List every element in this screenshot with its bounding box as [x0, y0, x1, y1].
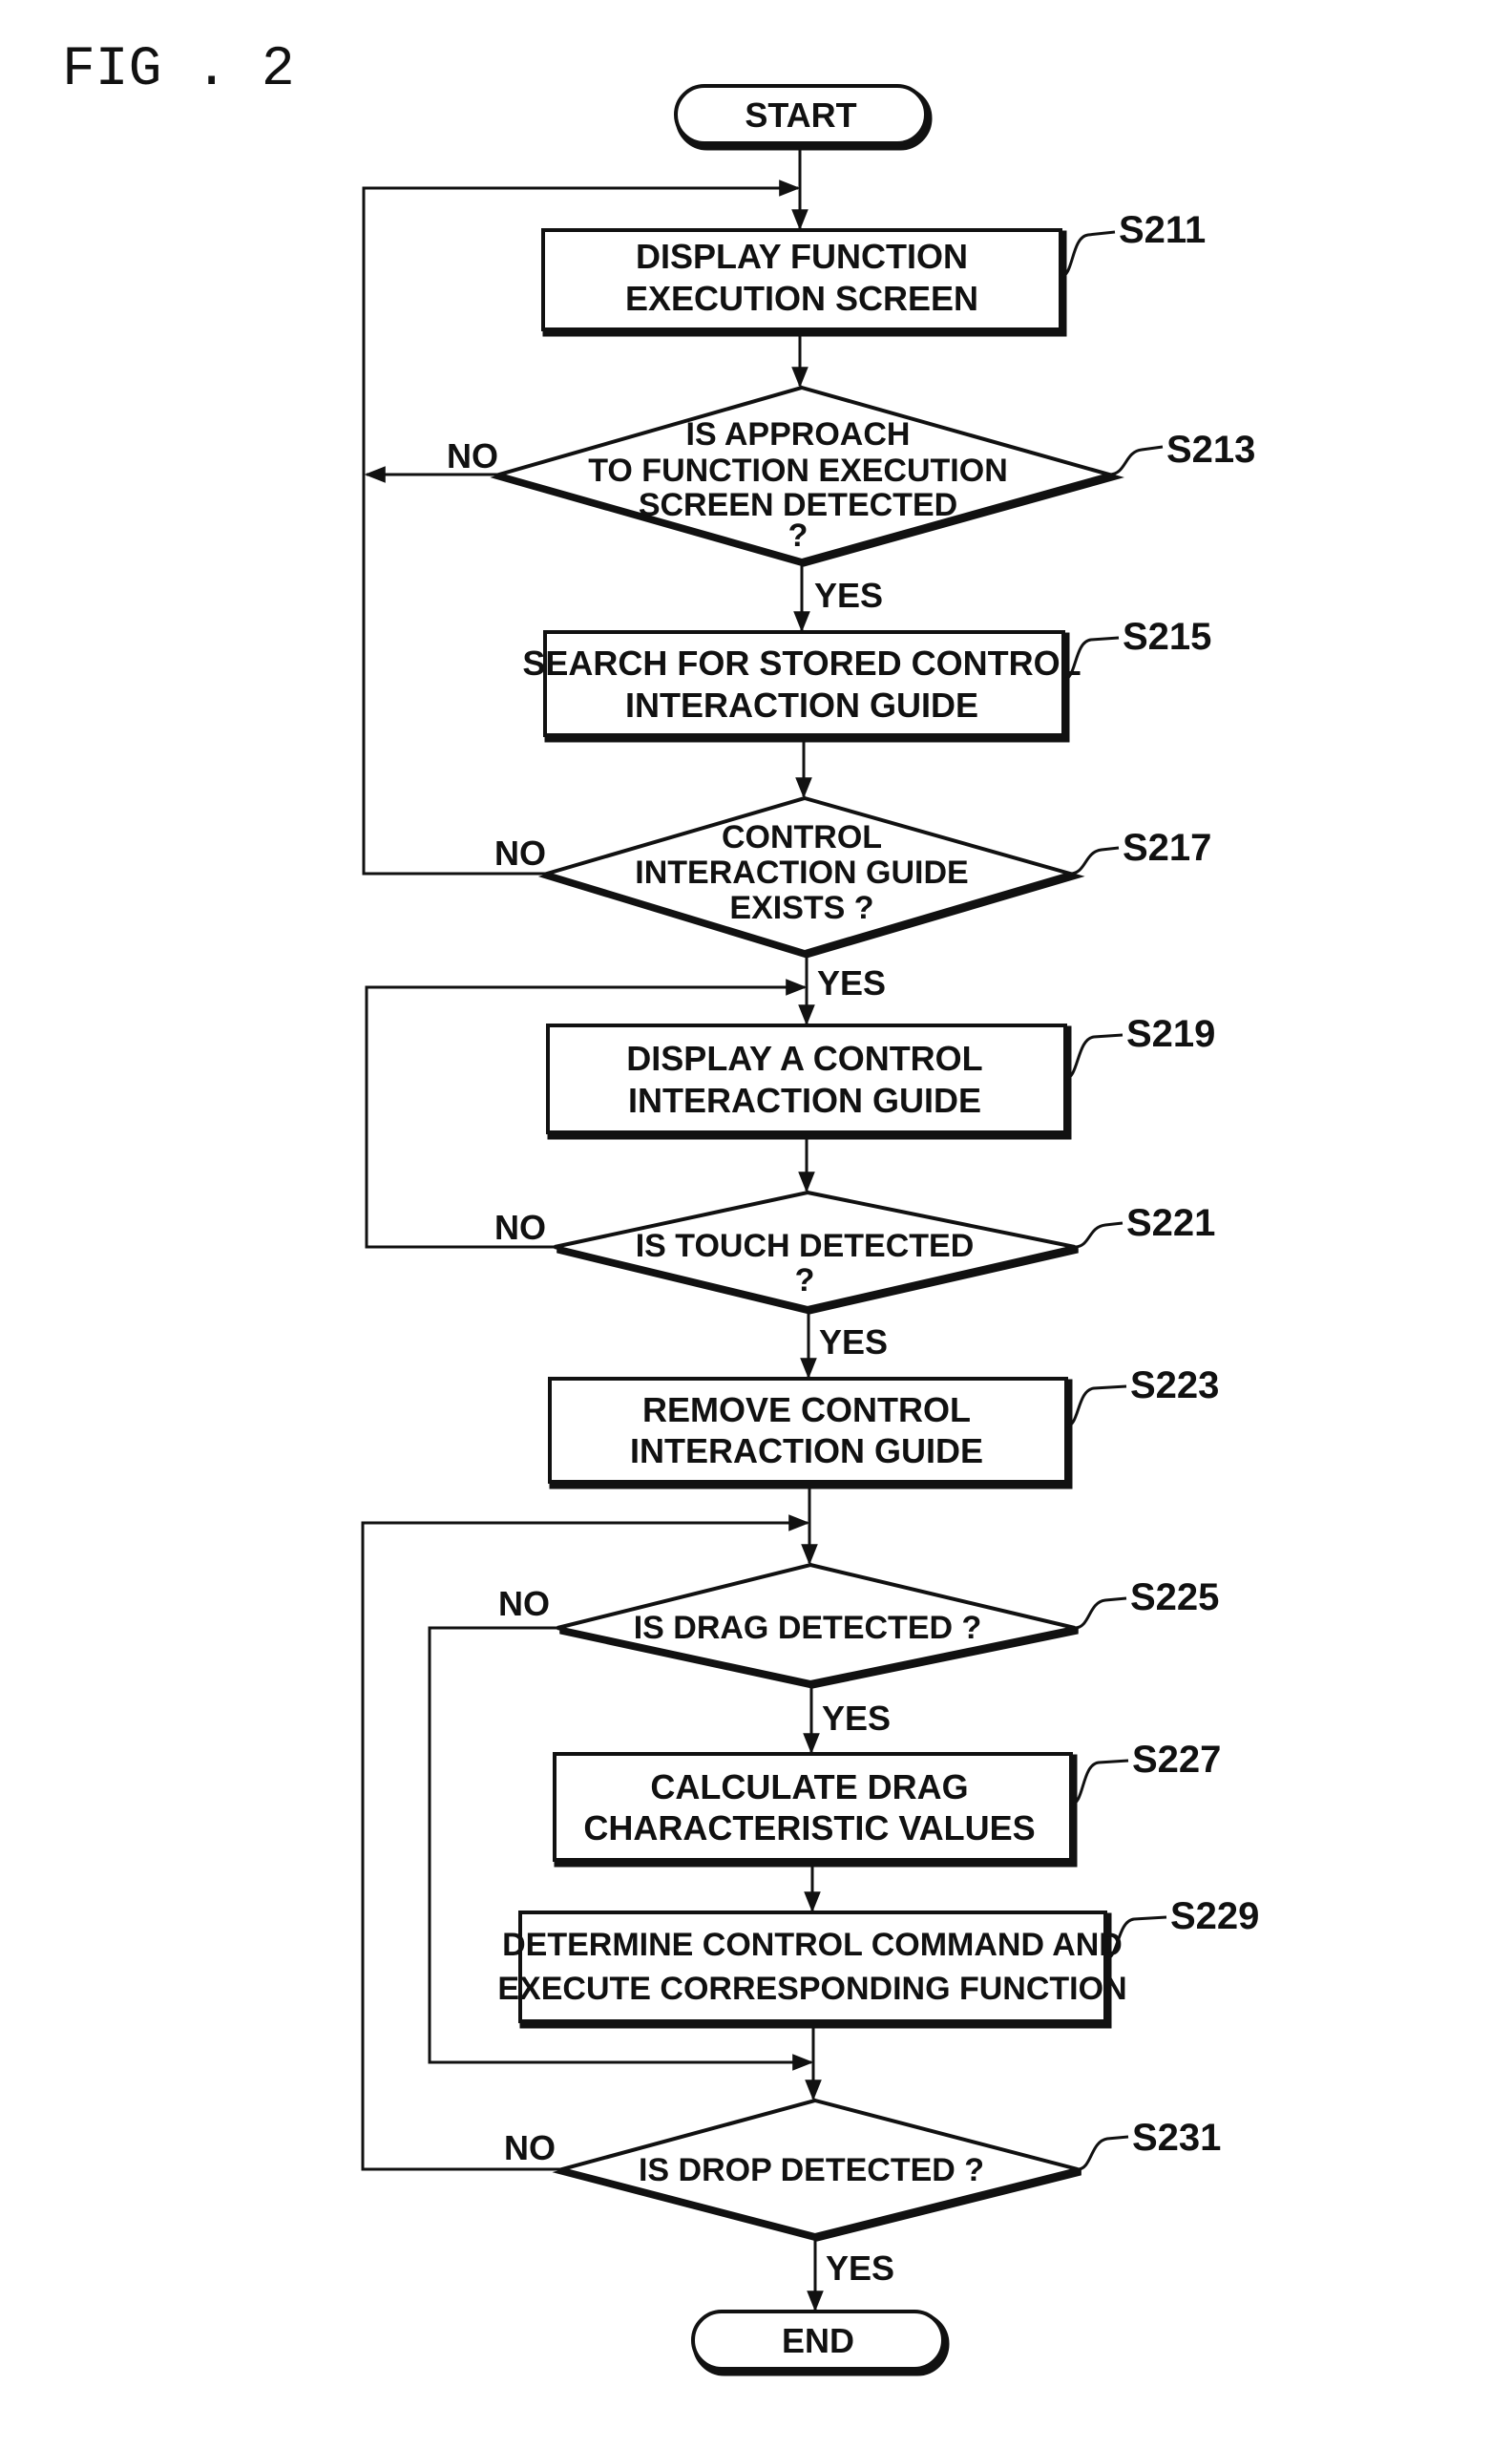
s221-line-1: IS TOUCH DETECTED — [636, 1228, 975, 1264]
s227-line-1: CALCULATE DRAG — [650, 1767, 968, 1806]
s213-no-label: NO — [447, 436, 498, 475]
s217-line-1: CONTROL — [722, 819, 882, 855]
s217-no-label: NO — [494, 834, 546, 873]
step-s227-process: CALCULATE DRAG CHARACTERISTIC VALUES S22… — [553, 1739, 1221, 1868]
step-s225-decision: IS DRAG DETECTED ? S225 NO YES — [498, 1562, 1219, 1738]
s231-line-1: IS DROP DETECTED ? — [639, 2152, 984, 2188]
s221-line-2: ? — [795, 1262, 815, 1298]
s217-yes-label: YES — [817, 963, 886, 1003]
s213-step-id: S213 — [1166, 429, 1255, 471]
end-label: END — [782, 2321, 854, 2360]
s223-step-id: S223 — [1130, 1364, 1219, 1406]
s213-line-1: IS APPROACH — [686, 416, 911, 453]
s215-step-id: S215 — [1123, 616, 1211, 658]
s211-line-1: DISPLAY FUNCTION — [636, 237, 968, 276]
step-s221-decision: IS TOUCH DETECTED ? S221 NO YES — [494, 1190, 1215, 1362]
s215-line-1: SEARCH FOR STORED CONTROL — [522, 644, 1081, 683]
step-s211-process: DISPLAY FUNCTION EXECUTION SCREEN S211 — [541, 209, 1206, 337]
s231-yes-label: YES — [826, 2248, 894, 2288]
s219-step-id: S219 — [1126, 1013, 1215, 1055]
s221-step-id: S221 — [1126, 1202, 1215, 1244]
s217-step-id: S217 — [1123, 827, 1211, 869]
s231-step-id: S231 — [1132, 2117, 1221, 2159]
start-terminal: START — [674, 84, 933, 151]
s223-line-1: REMOVE CONTROL — [642, 1390, 971, 1429]
s221-no-label: NO — [494, 1208, 546, 1247]
s225-no-label: NO — [498, 1584, 550, 1623]
s227-step-id: S227 — [1132, 1739, 1221, 1781]
s223-line-2: INTERACTION GUIDE — [630, 1431, 983, 1470]
s225-yes-label: YES — [822, 1699, 891, 1738]
step-s219-process: DISPLAY A CONTROL INTERACTION GUIDE S219 — [546, 1013, 1215, 1140]
s211-step-id: S211 — [1119, 209, 1206, 251]
s229-step-id: S229 — [1170, 1895, 1259, 1937]
s231-no-label: NO — [504, 2128, 556, 2167]
s219-line-1: DISPLAY A CONTROL — [626, 1039, 982, 1078]
step-s229-process: DETERMINE CONTROL COMMAND AND EXECUTE CO… — [497, 1895, 1259, 2029]
step-s223-process: REMOVE CONTROL INTERACTION GUIDE S223 — [548, 1364, 1219, 1489]
step-s213-decision: IS APPROACH TO FUNCTION EXECUTION SCREEN… — [447, 385, 1255, 615]
s213-yes-label: YES — [814, 576, 883, 615]
s215-line-2: INTERACTION GUIDE — [625, 686, 978, 725]
step-s231-decision: IS DROP DETECTED ? S231 NO YES — [504, 2098, 1221, 2288]
flowchart-diagram: FIG . 2 START DISPLAY FUNCTION EXECUTION… — [62, 39, 1259, 2376]
figure-title: FIG . 2 — [62, 39, 295, 101]
step-s215-process: SEARCH FOR STORED CONTROL INTERACTION GU… — [522, 616, 1211, 743]
s217-line-2: INTERACTION GUIDE — [635, 855, 968, 891]
s213-line-4: ? — [788, 517, 808, 554]
start-label: START — [745, 95, 856, 135]
s211-line-2: EXECUTION SCREEN — [625, 279, 978, 318]
s227-line-2: CHARACTERISTIC VALUES — [583, 1808, 1035, 1847]
s221-yes-label: YES — [819, 1322, 888, 1362]
s213-line-2: TO FUNCTION EXECUTION — [588, 453, 1008, 489]
end-terminal: END — [691, 2310, 950, 2376]
step-s217-decision: CONTROL INTERACTION GUIDE EXISTS ? S217 … — [494, 795, 1211, 1003]
s225-line-1: IS DRAG DETECTED ? — [634, 1610, 982, 1646]
s229-line-2: EXECUTE CORRESPONDING FUNCTION — [497, 1971, 1126, 2007]
s229-line-1: DETERMINE CONTROL COMMAND AND — [502, 1927, 1123, 1963]
s217-line-3: EXISTS ? — [729, 890, 873, 926]
s225-step-id: S225 — [1130, 1576, 1219, 1618]
s219-line-2: INTERACTION GUIDE — [628, 1081, 981, 1120]
